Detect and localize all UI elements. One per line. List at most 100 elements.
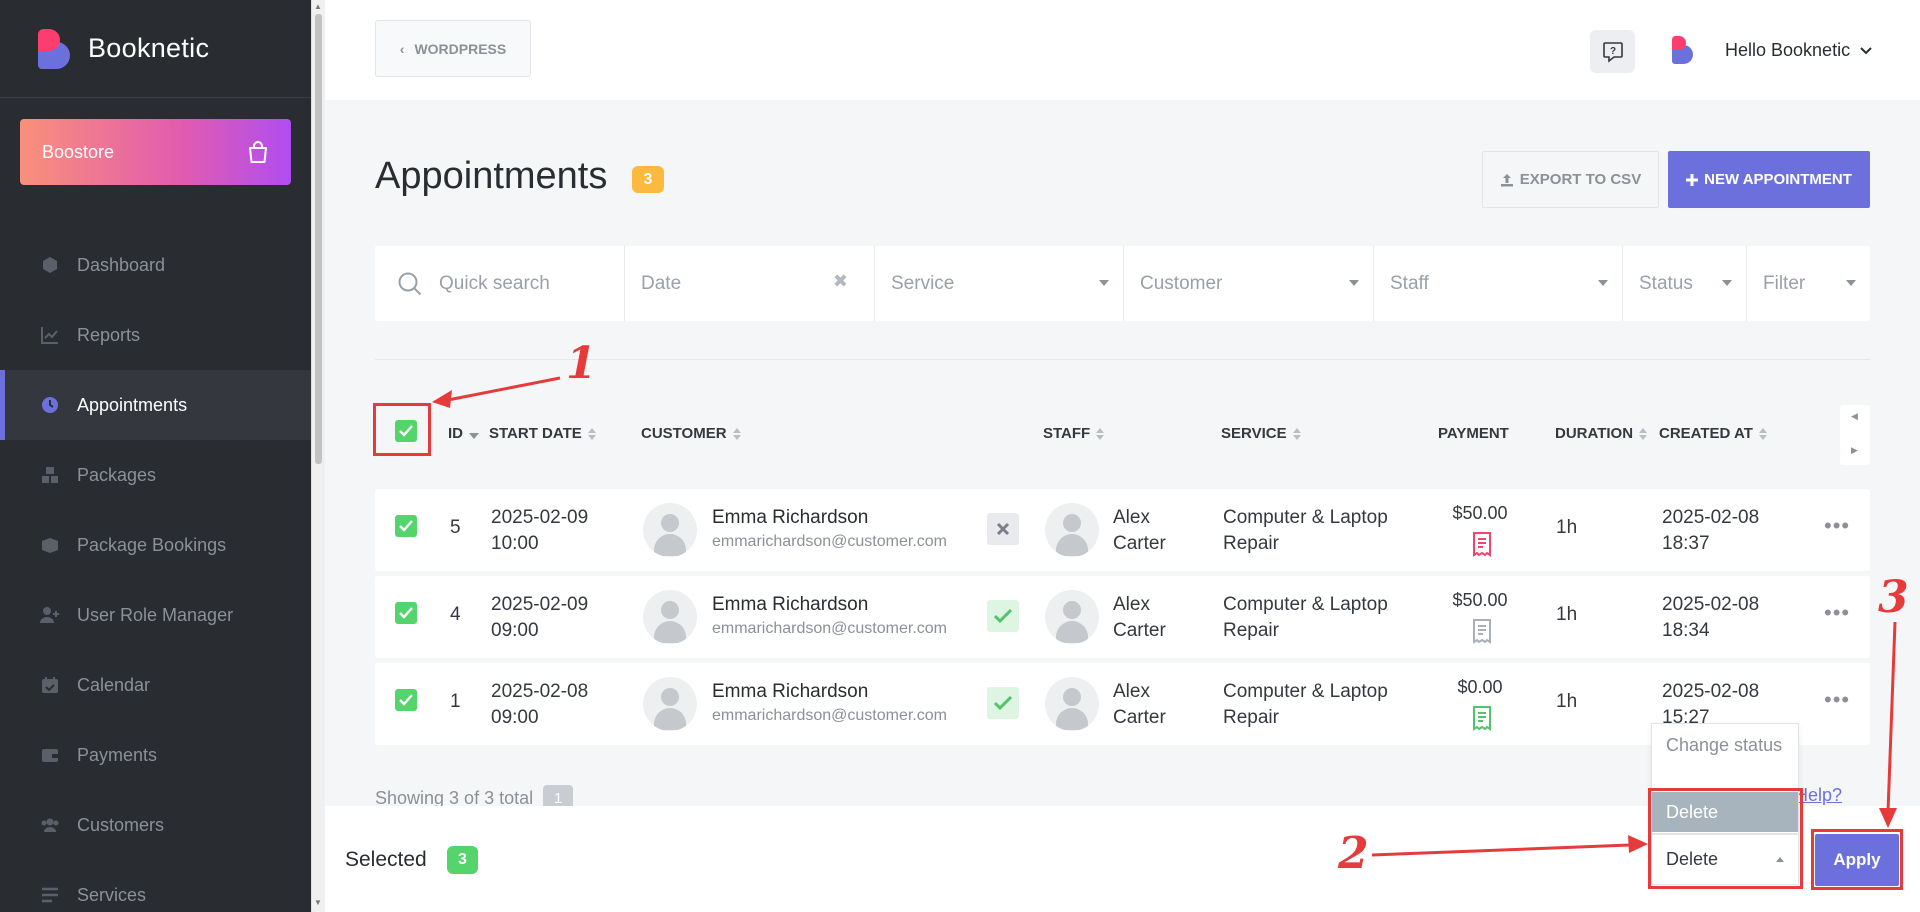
column-header-customer[interactable]: CUSTOMER	[641, 425, 741, 442]
clear-date-icon[interactable]: ✖	[833, 271, 848, 292]
question-bubble-icon: ?	[1602, 41, 1623, 63]
boxes-icon	[40, 465, 60, 485]
customer-email: emmarichardson@customer.com	[712, 707, 947, 724]
chart-line-icon	[40, 325, 60, 345]
more-actions-icon[interactable]: •••	[1824, 687, 1850, 713]
user-menu[interactable]: Hello Booknetic	[1725, 40, 1872, 61]
chevron-down-icon	[1860, 46, 1872, 54]
column-header-created-at[interactable]: CREATED AT	[1659, 425, 1767, 442]
boostore-button[interactable]: Boostore	[20, 119, 291, 185]
receipt-icon[interactable]	[1470, 531, 1494, 557]
receipt-icon[interactable]	[1470, 618, 1494, 644]
sidebar-item-user-role-manager[interactable]: User Role Manager	[0, 580, 311, 650]
status-filter-label: Status	[1639, 272, 1693, 294]
selected-label: Selected	[345, 848, 427, 871]
header-label: START DATE	[489, 425, 582, 442]
staff-filter[interactable]: Staff	[1374, 246, 1623, 321]
payment-amount: $50.00	[1452, 503, 1508, 523]
sort-icon	[732, 427, 741, 440]
sort-icon	[1758, 427, 1767, 440]
chevron-left-icon: ‹	[399, 40, 405, 57]
appointments-count-badge: 3	[632, 166, 664, 193]
sidebar-item-services[interactable]: Services	[0, 860, 311, 912]
column-header-staff[interactable]: STAFF	[1043, 425, 1105, 442]
column-header-start-date[interactable]: START DATE	[489, 425, 596, 442]
sidebar-item-customers[interactable]: Customers	[0, 790, 311, 860]
row-checkbox[interactable]	[395, 602, 417, 624]
row-checkbox[interactable]	[395, 689, 417, 711]
row-checkbox[interactable]	[395, 515, 417, 537]
more-filter[interactable]: Filter	[1747, 246, 1870, 321]
sidebar-item-label: Calendar	[77, 674, 151, 695]
service-filter[interactable]: Service	[875, 246, 1124, 321]
cube-icon	[40, 255, 60, 275]
date-filter-label: Date	[641, 272, 682, 294]
selected-count-badge: 3	[447, 846, 478, 874]
customer-name[interactable]: Emma Richardson	[712, 681, 868, 703]
sidebar-item-package-bookings[interactable]: Package Bookings	[0, 510, 311, 580]
table-row[interactable]: 1 2025-02-08 09:00 Emma Richardson emmari…	[375, 663, 1870, 745]
brand-name: Booknetic	[88, 33, 210, 63]
more-actions-icon[interactable]: •••	[1824, 513, 1850, 539]
sidebar-item-reports[interactable]: Reports	[0, 300, 311, 370]
sidebar-item-packages[interactable]: Packages	[0, 440, 311, 510]
export-csv-button[interactable]: EXPORT TO CSV	[1482, 151, 1659, 208]
sidebar-item-appointments[interactable]: Appointments	[0, 370, 311, 440]
date-filter[interactable]: Date ✖	[625, 246, 875, 321]
customer-filter[interactable]: Customer	[1124, 246, 1374, 321]
receipt-icon[interactable]	[1470, 705, 1494, 731]
scroll-left-icon[interactable]: ◀	[1851, 411, 1858, 422]
svg-text:?: ?	[1609, 46, 1615, 57]
new-appointment-button[interactable]: NEW APPOINTMENT	[1668, 151, 1870, 208]
help-button[interactable]: ?	[1590, 30, 1635, 73]
sort-icon	[1096, 427, 1105, 440]
status-filter[interactable]: Status	[1623, 246, 1747, 321]
customer-name[interactable]: Emma Richardson	[712, 507, 868, 529]
filter-bar: Quick search Date ✖ Service Customer Sta…	[375, 246, 1870, 321]
search-placeholder: Quick search	[439, 272, 550, 294]
staff-filter-label: Staff	[1390, 272, 1429, 294]
header-label: PAYMENT	[1438, 425, 1509, 442]
customer-email: emmarichardson@customer.com	[712, 620, 947, 637]
quick-search-field[interactable]: Quick search	[375, 246, 625, 321]
column-header-service[interactable]: SERVICE	[1221, 425, 1301, 442]
brand[interactable]: Booknetic	[0, 0, 311, 98]
staff-avatar	[1045, 503, 1099, 557]
sidebar-item-calendar[interactable]: Calendar	[0, 650, 311, 720]
column-header-id[interactable]: ID	[448, 425, 479, 442]
table-scroll-arrows: ◀ ▶	[1840, 405, 1870, 465]
more-actions-icon[interactable]: •••	[1824, 600, 1850, 626]
scrollbar-thumb[interactable]	[315, 14, 322, 464]
sort-icon	[1292, 427, 1301, 440]
dropdown-option-change-status[interactable]: Change status	[1652, 732, 1798, 758]
customer-email: emmarichardson@customer.com	[712, 533, 947, 550]
users-icon	[40, 815, 60, 835]
header-label: CREATED AT	[1659, 425, 1753, 442]
sidebar-item-dashboard[interactable]: Dashboard	[0, 230, 311, 300]
scroll-down-arrow-icon[interactable]: ▼	[314, 898, 322, 907]
appointment-id: 5	[450, 517, 461, 538]
sidebar-item-label: Packages	[77, 464, 157, 485]
sidebar-scrollbar[interactable]: ▲ ▼	[311, 0, 325, 912]
status-approved-icon	[987, 687, 1019, 719]
table-row[interactable]: 5 2025-02-09 10:00 Emma Richardson emmari…	[375, 489, 1870, 571]
sidebar-item-label: Reports	[77, 324, 141, 345]
column-header-duration[interactable]: DURATION	[1555, 425, 1648, 442]
sidebar-item-label: Payments	[77, 744, 158, 765]
customer-avatar	[643, 677, 697, 731]
customer-avatar	[643, 590, 697, 644]
sidebar-item-payments[interactable]: Payments	[0, 720, 311, 790]
back-to-wordpress-button[interactable]: ‹ WORDPRESS	[375, 20, 531, 77]
checkmark-icon	[399, 607, 413, 619]
customer-name[interactable]: Emma Richardson	[712, 594, 868, 616]
duration: 1h	[1556, 604, 1578, 625]
annotation-number-2: 2	[1338, 828, 1369, 879]
list-icon	[40, 885, 60, 905]
table-row[interactable]: 4 2025-02-09 09:00 Emma Richardson emmari…	[375, 576, 1870, 658]
service-name: Computer & Laptop Repair	[1223, 507, 1388, 554]
scroll-up-arrow-icon[interactable]: ▲	[314, 2, 322, 11]
scroll-right-icon[interactable]: ▶	[1851, 445, 1858, 456]
staff-avatar	[1045, 590, 1099, 644]
created-at: 2025-02-08 18:34	[1662, 594, 1760, 641]
search-icon	[398, 272, 422, 295]
